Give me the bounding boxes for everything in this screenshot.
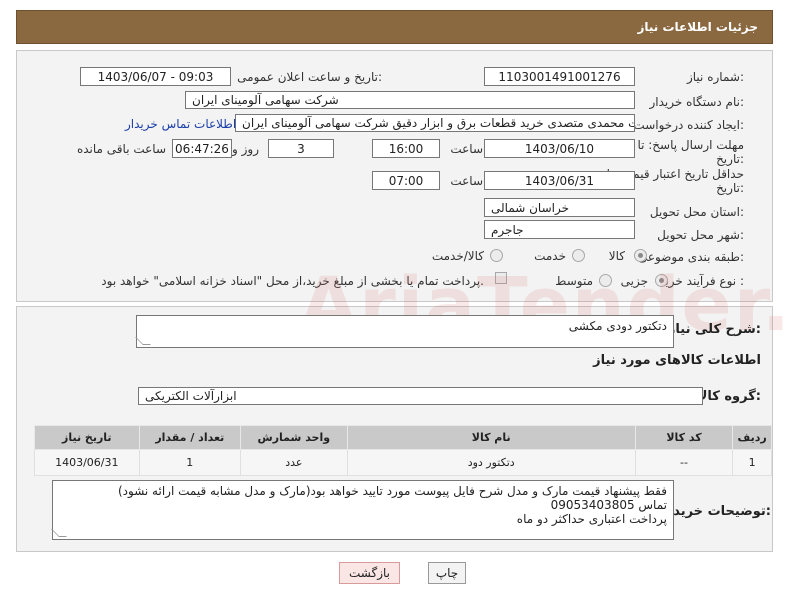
col-goods-name: نام کالا (346, 425, 636, 450)
page-title: جزئیات اطلاعات نیاز (637, 20, 758, 34)
reply-deadline-time-field: 16:00 (372, 139, 440, 158)
col-quantity: تعداد / مقدار (138, 425, 242, 450)
buyer-notes-label: توضیحات خریدار: (661, 504, 771, 519)
delivery-city-label: شهر محل تحویل: (657, 228, 744, 242)
price-validity-label-date: تاریخ: (716, 181, 744, 195)
reply-deadline-date-field: 1403/06/10 (484, 139, 635, 158)
reply-deadline-time-label: ساعت (450, 142, 483, 156)
category-goods-radio[interactable] (634, 249, 647, 262)
back-button[interactable]: بازگشت (339, 562, 400, 584)
col-need-date: تاریخ نیاز (34, 425, 140, 450)
goods-info-title: اطلاعات کالاهای مورد نیاز (593, 353, 761, 368)
col-unit: واحد شمارش (240, 425, 348, 450)
col-goods-code: کد کالا (634, 425, 734, 450)
category-service-label: خدمت (534, 249, 566, 263)
category-goods-service-radio[interactable] (490, 249, 503, 262)
announce-datetime-label: تاریخ و ساعت اعلان عمومی: (237, 70, 382, 84)
reply-deadline-label: مهلت ارسال پاسخ: تا (637, 138, 744, 152)
price-validity-time-field: 07:00 (372, 171, 440, 190)
buyer-notes-field: فقط پیشنهاد قیمت مارک و مدل شرح فایل پیو… (51, 480, 674, 540)
treasury-payment-note: پرداخت تمام یا بخشی از مبلغ خرید،از محل … (101, 274, 484, 288)
goods-group-field: ابزارآلات الکتریکی (138, 387, 703, 405)
buyer-org-label: نام دستگاه خریدار: (649, 95, 745, 109)
cell-quantity: 1 (138, 449, 242, 476)
general-desc-label: شرح کلی نیاز: (667, 322, 761, 337)
announce-datetime-field: 1403/06/07 - 09:03 (80, 67, 231, 86)
category-goods-service-label: کالا/خدمت (431, 249, 484, 263)
price-validity-time-label: ساعت (450, 174, 483, 188)
page-header: جزئیات اطلاعات نیاز (16, 10, 773, 44)
buyer-contact-link[interactable]: اطلاعات تماس خریدار (125, 117, 236, 131)
cell-row-number: 1 (732, 449, 772, 476)
resize-grip-icon[interactable] (135, 337, 151, 345)
resize-grip-icon[interactable] (51, 529, 67, 537)
need-number-field: 1103001491001276 (484, 67, 635, 86)
goods-group-label: گروه کالا: (697, 389, 761, 404)
remaining-time-label: ساعت باقی مانده (76, 142, 166, 156)
process-medium-radio[interactable] (599, 274, 612, 287)
goods-table: ردیف کد کالا نام کالا واحد شمارش تعداد /… (34, 425, 772, 476)
price-validity-date-field: 1403/06/31 (484, 171, 635, 190)
requester-label: ایجاد کننده درخواست: (633, 118, 744, 132)
print-button[interactable]: چاپ (428, 562, 466, 584)
days-label: روز و (232, 142, 259, 156)
remaining-time-field: 06:47:26 (172, 139, 232, 158)
buyer-notes-line3: پرداخت اعتباری حداکثر دو ماه (516, 512, 667, 526)
col-row-number: ردیف (732, 425, 772, 450)
buyer-org-field: شرکت سهامی آلومینای ایران (185, 91, 635, 109)
table-row: 1 -- دتکتور دود عدد 1 1403/06/31 (34, 449, 772, 476)
general-desc-field: دتکتور دودی مکشی (135, 315, 674, 348)
process-medium-label: متوسط (555, 274, 593, 288)
category-service-radio[interactable] (572, 249, 585, 262)
need-number-label: شماره نیاز: (686, 70, 744, 84)
cell-unit: عدد (240, 449, 348, 476)
delivery-city-field: جاجرم (484, 220, 635, 239)
cell-goods-code: -- (634, 449, 734, 476)
category-label: طبقه بندی موضوعی: (637, 250, 744, 264)
remaining-days-field: 3 (268, 139, 334, 158)
process-partial-label: جزیی (620, 274, 648, 288)
delivery-province-label: استان محل تحویل: (649, 205, 744, 219)
requester-field: سجاد دوست محمدی متصدی خرید قطعات برق و ا… (235, 114, 635, 132)
cell-need-date: 1403/06/31 (34, 449, 140, 476)
buyer-notes-line2: تماس 09053403805 (550, 498, 667, 512)
cell-goods-name: دتکتور دود (346, 449, 636, 476)
reply-deadline-label-date: تاریخ: (716, 152, 744, 166)
treasury-payment-checkbox[interactable] (495, 272, 507, 284)
category-goods-label: کالا (608, 249, 625, 263)
process-partial-radio[interactable] (655, 274, 668, 287)
general-desc-text: دتکتور دودی مکشی (568, 319, 667, 333)
buyer-notes-line1: فقط پیشنهاد قیمت مارک و مدل شرح فایل پیو… (117, 484, 667, 498)
goods-table-header: ردیف کد کالا نام کالا واحد شمارش تعداد /… (34, 425, 772, 450)
process-type-label: نوع فرآیند خرید : (659, 274, 744, 288)
delivery-province-field: خراسان شمالی (484, 198, 635, 217)
